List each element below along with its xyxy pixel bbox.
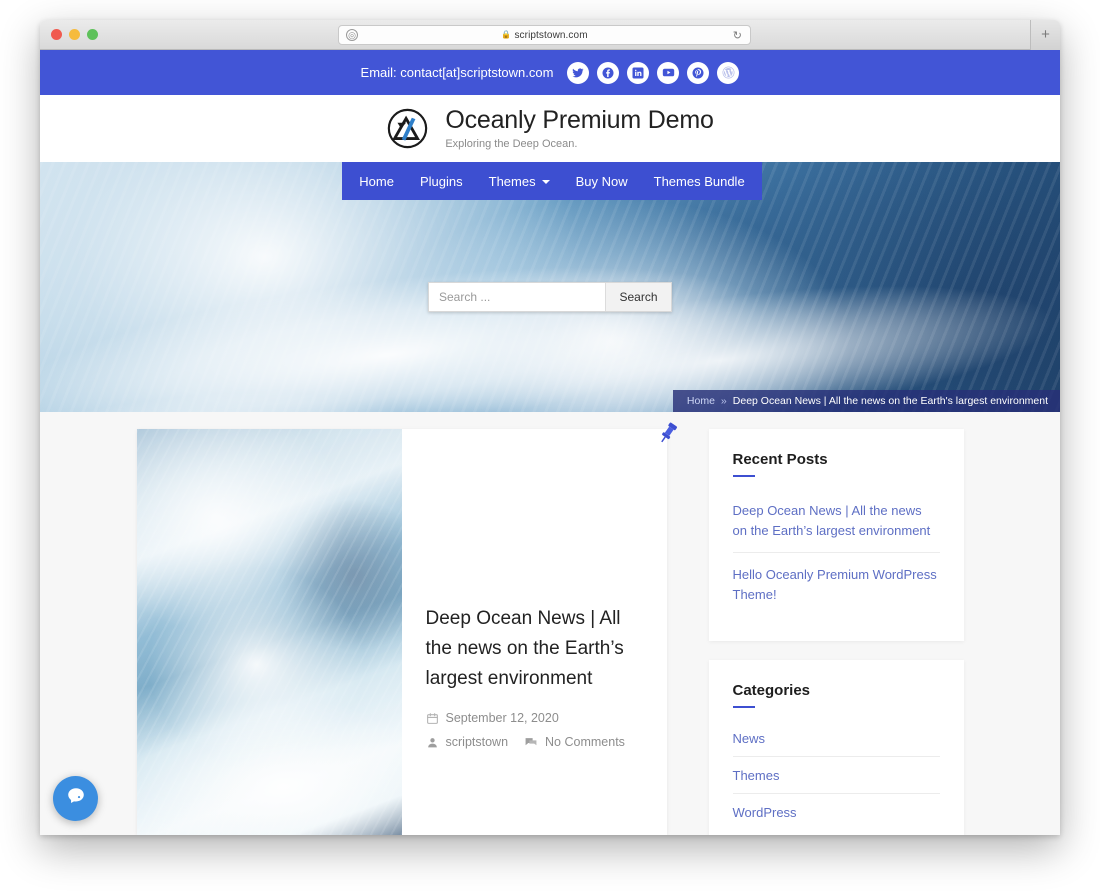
youtube-icon[interactable] <box>657 61 680 84</box>
lock-icon: 🔒 <box>501 30 512 39</box>
contact-email: Email: contact[at]scriptstown.com <box>360 65 554 80</box>
maximize-window-button[interactable] <box>87 29 98 40</box>
sidebar: Recent Posts Deep Ocean News | All the n… <box>708 429 964 835</box>
category-link-wordpress[interactable]: WordPress <box>733 794 940 830</box>
page-viewport: Email: contact[at]scriptstown.com Oceanl… <box>40 50 1060 835</box>
address-bar[interactable]: ◎ 🔒 scriptstown.com ↻ <box>338 25 751 45</box>
post-author-text: scriptstown <box>445 735 509 749</box>
site-info-icon[interactable]: ◎ <box>346 29 358 41</box>
post-meta: September 12, 2020 scriptstown No Commen… <box>426 711 641 749</box>
breadcrumb-current-page: Deep Ocean News | All the news on the Ea… <box>732 395 1048 407</box>
social-links <box>567 61 740 84</box>
recent-posts-list: Deep Ocean News | All the news on the Ea… <box>732 489 940 617</box>
twitter-icon[interactable] <box>567 61 590 84</box>
category-link-themes[interactable]: Themes <box>732 757 940 794</box>
post-comments[interactable]: No Comments <box>524 735 625 749</box>
new-tab-button[interactable]: + <box>1030 20 1060 50</box>
recent-post-link[interactable]: Deep Ocean News | All the news on the Ea… <box>732 489 940 554</box>
window-controls[interactable] <box>40 29 98 40</box>
linkedin-icon[interactable] <box>627 61 650 84</box>
post-author[interactable]: scriptstown <box>426 735 509 749</box>
list-item: Deep Ocean News | All the news on the Ea… <box>732 489 940 554</box>
hero-search-form: Search <box>428 282 672 312</box>
nav-item-buy-now[interactable]: Buy Now <box>563 174 641 189</box>
post-date-text: September 12, 2020 <box>445 711 559 725</box>
minimize-window-button[interactable] <box>69 29 80 40</box>
facebook-icon[interactable] <box>597 61 620 84</box>
top-utility-bar: Email: contact[at]scriptstown.com <box>40 50 1060 95</box>
post-comments-text: No Comments <box>545 735 625 749</box>
nav-label: Buy Now <box>575 173 628 189</box>
breadcrumb-home-link[interactable]: Home <box>687 395 715 407</box>
recent-post-link[interactable]: Hello Oceanly Premium WordPress Theme! <box>733 553 940 616</box>
nav-label: Home <box>359 173 394 189</box>
wordpress-icon[interactable] <box>717 61 740 84</box>
site-title[interactable]: Oceanly Premium Demo <box>445 107 714 135</box>
nav-label: Themes Bundle <box>653 173 745 189</box>
post-date: September 12, 2020 <box>426 711 559 725</box>
widget-categories: Categories News Themes WordPress <box>708 659 964 835</box>
list-item: WordPress <box>733 794 940 830</box>
site-header: Oceanly Premium Demo Exploring the Deep … <box>40 95 1060 162</box>
post-featured-image[interactable] <box>136 429 402 835</box>
site-tagline: Exploring the Deep Ocean. <box>445 137 578 150</box>
address-bar-text: 🔒 scriptstown.com <box>501 30 587 41</box>
main-navigation: Home Plugins Themes Buy Now Themes Bundl… <box>342 162 762 200</box>
nav-item-home[interactable]: Home <box>346 174 407 189</box>
list-item: Hello Oceanly Premium WordPress Theme! <box>733 553 940 616</box>
calendar-icon <box>426 712 439 725</box>
nav-item-plugins[interactable]: Plugins <box>407 174 476 189</box>
nav-label: Plugins <box>419 173 463 189</box>
post-body: Deep Ocean News | All the news on the Ea… <box>402 429 667 835</box>
nav-label: Themes <box>488 173 536 189</box>
widget-title: Categories <box>732 682 940 708</box>
browser-window: ◎ 🔒 scriptstown.com ↻ + Email: contact[at… <box>40 20 1060 835</box>
search-input[interactable] <box>429 283 605 311</box>
category-link-news[interactable]: News <box>732 720 940 757</box>
chevron-down-icon[interactable] <box>541 180 550 184</box>
site-branding: Oceanly Premium Demo Exploring the Deep … <box>445 107 714 150</box>
widget-recent-posts: Recent Posts Deep Ocean News | All the n… <box>708 429 964 641</box>
post-meta-author-row: scriptstown No Comments <box>426 735 641 749</box>
address-bar-url: scriptstown.com <box>514 29 588 41</box>
post-card: Deep Ocean News | All the news on the Ea… <box>136 422 677 835</box>
comments-icon <box>524 736 538 749</box>
content-area: Deep Ocean News | All the news on the Ea… <box>40 412 1060 835</box>
nav-item-themes[interactable]: Themes <box>476 174 563 189</box>
list-item: News <box>732 720 940 757</box>
widget-title: Recent Posts <box>732 451 940 477</box>
categories-list: News Themes WordPress <box>732 720 940 830</box>
user-icon <box>426 736 439 749</box>
breadcrumb-separator: » <box>720 395 727 407</box>
post-title[interactable]: Deep Ocean News | All the news on the Ea… <box>426 604 641 694</box>
pushpin-icon <box>655 420 681 446</box>
post-meta-date-row: September 12, 2020 <box>426 711 641 725</box>
search-button[interactable]: Search <box>605 283 671 311</box>
reload-icon[interactable]: ↻ <box>733 29 742 42</box>
nav-item-themes-bundle[interactable]: Themes Bundle <box>641 174 758 189</box>
oceanly-logo-icon[interactable] <box>386 107 429 150</box>
list-item: Themes <box>732 757 940 794</box>
hero-banner: Home Plugins Themes Buy Now Themes Bundl… <box>40 162 1060 412</box>
chat-bubble-icon <box>65 785 87 812</box>
pinterest-icon[interactable] <box>687 61 710 84</box>
browser-chrome-bar: ◎ 🔒 scriptstown.com ↻ + <box>40 20 1060 50</box>
close-window-button[interactable] <box>51 29 62 40</box>
chat-widget-button[interactable] <box>53 776 98 821</box>
breadcrumb: Home » Deep Ocean News | All the news on… <box>672 390 1060 412</box>
